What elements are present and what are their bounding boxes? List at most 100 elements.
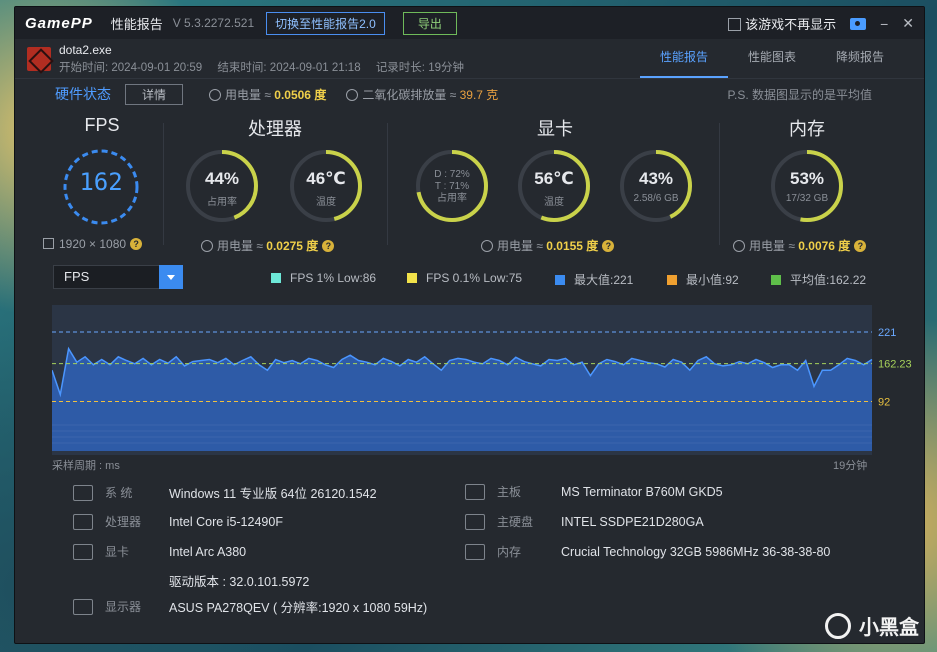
- help-icon[interactable]: ?: [602, 240, 615, 252]
- switch-report-button[interactable]: 切换至性能报告2.0: [266, 11, 385, 35]
- divider: [163, 123, 164, 245]
- record-duration: 记录时长: 19分钟: [375, 61, 464, 74]
- average-note: P.S. 数据图显示的是平均值: [727, 87, 872, 102]
- game-name: dota2.exe: [59, 42, 112, 57]
- tab-performance-report[interactable]: 性能报告: [639, 48, 728, 78]
- detail-button[interactable]: 详情: [125, 83, 184, 105]
- app-logo: GamePP: [25, 14, 93, 32]
- legend-max: 最大值:221: [555, 271, 633, 288]
- window-title: 性能报告: [110, 16, 163, 32]
- gpu-temp-label: 温度: [544, 197, 564, 208]
- cpu-temp-value: 46℃: [306, 169, 346, 188]
- cpu-usage-value: 44%: [204, 169, 240, 188]
- cpu-temp-gauge: 46℃ 温度: [287, 147, 365, 225]
- power-icon: [481, 240, 493, 252]
- cpu-usage-label: 占用率: [207, 197, 237, 208]
- legend-fps-01-low: FPS 0.1% Low:75: [407, 271, 522, 285]
- ref-line-label: 92: [878, 396, 890, 408]
- leaf-icon: [346, 88, 359, 101]
- fps-chart[interactable]: 221 162.23 92: [52, 305, 918, 455]
- start-time: 开始时间: 2024-09-01 20:59: [59, 61, 203, 74]
- mem-power: 用电量 ≈ 0.0076 度?: [733, 237, 867, 254]
- cpu-title: 处理器: [248, 119, 302, 139]
- duration-label: 19分钟: [833, 460, 868, 472]
- dota2-icon: [27, 46, 51, 71]
- disk-icon: [465, 513, 485, 530]
- chart-controls: FPS FPS 1% Low:86 FPS 0.1% Low:75 最大值:22…: [15, 259, 924, 293]
- xiaoheihe-logo-icon: [825, 612, 851, 639]
- legend-swatch: [407, 273, 417, 283]
- power-icon: [733, 240, 745, 252]
- sample-period-label: 采样周期 : ms: [52, 460, 120, 472]
- ram-row: 内存 Crucial Technology 32GB 5986MHz 36-38-…: [465, 543, 830, 560]
- co2-emission: 二氧化碳排放量 ≈ 39.7 克: [346, 86, 498, 103]
- power-icon: [209, 88, 222, 101]
- mem-usage-gauge: 53% 17/32 GB: [768, 147, 846, 225]
- hide-in-game-label: 该游戏不再显示: [745, 17, 837, 32]
- xiaoheihe-watermark: 小黑盒: [825, 611, 919, 640]
- cpu-row: 处理器 Intel Core i5-12490F: [73, 513, 283, 530]
- export-button[interactable]: 导出: [402, 11, 457, 35]
- cpu-icon: [73, 513, 93, 530]
- gpu-t-value: T : 71%: [434, 181, 470, 192]
- ref-line-label: 221: [878, 327, 896, 339]
- monitor-icon: [73, 598, 93, 615]
- legend-swatch: [667, 275, 677, 285]
- close-button[interactable]: ✕: [902, 15, 914, 32]
- gpu-power: 用电量 ≈ 0.0155 度?: [481, 237, 615, 254]
- legend-min: 最小值:92: [667, 271, 739, 288]
- metric-select-value: FPS: [64, 269, 90, 284]
- screen-icon: [43, 238, 54, 249]
- mem-title: 内存: [789, 119, 825, 139]
- gpu-icon: [73, 543, 93, 560]
- version-label: V 5.3.2272.521: [172, 16, 255, 30]
- title-bar: GamePP 性能报告 V 5.3.2272.521 切换至性能报告2.0 导出…: [15, 7, 924, 39]
- screenshot-icon[interactable]: [850, 17, 867, 30]
- hardware-status-row: 硬件状态 详情 用电量 ≈ 0.0506 度 二氧化碳排放量 ≈ 39.7 克 …: [15, 79, 924, 109]
- gpu-usage-label: 占用率: [437, 193, 467, 204]
- checkbox-icon: [728, 18, 742, 31]
- legend-fps-1-low: FPS 1% Low:86: [271, 271, 376, 285]
- gpu-vram-sub: 2.58/6 GB: [633, 193, 679, 204]
- legend-swatch: [555, 275, 565, 285]
- mem-usage-sub: 17/32 GB: [785, 193, 829, 204]
- help-icon[interactable]: ?: [130, 238, 143, 250]
- gpu-title: 显卡: [537, 119, 573, 139]
- chevron-down-icon[interactable]: [159, 265, 183, 289]
- hide-in-game-checkbox[interactable]: 该游戏不再显示: [728, 14, 836, 33]
- divider: [387, 123, 388, 245]
- motherboard-icon: [465, 483, 485, 500]
- fps-resolution: 1920 × 1080?: [43, 237, 143, 251]
- board-row: 主板 MS Terminator B760M GKD5: [465, 483, 723, 500]
- legend-swatch: [771, 275, 781, 285]
- ram-icon: [465, 543, 485, 560]
- gpu-vram-gauge: 43% 2.58/6 GB: [617, 147, 695, 225]
- legend-swatch: [271, 273, 281, 283]
- gpu-vram-value: 43%: [638, 169, 674, 188]
- gpu-temp-gauge: 56℃ 温度: [515, 147, 593, 225]
- disk-row: 主硬盘 INTEL SSDPE21D280GA: [465, 513, 704, 530]
- total-power: 用电量 ≈ 0.0506 度: [209, 86, 326, 103]
- monitor-row: 显示器 ASUS PA278QEV ( 分辨率:1920 x 1080 59Hz): [73, 597, 427, 616]
- divider: [719, 123, 720, 245]
- hardware-status-title: 硬件状态: [55, 86, 111, 102]
- gpu-d-value: D : 72%: [434, 169, 470, 180]
- ref-line-label: 162.23: [878, 359, 912, 371]
- tab-performance-charts[interactable]: 性能图表: [728, 48, 816, 78]
- fps-title: FPS: [84, 115, 120, 135]
- help-icon[interactable]: ?: [322, 240, 335, 252]
- fps-value: 162: [79, 168, 123, 196]
- end-time: 结束时间: 2024-09-01 21:18: [217, 61, 361, 74]
- gpu-temp-value: 56℃: [534, 169, 574, 188]
- gpu-row: 显卡 Intel Arc A380: [73, 543, 246, 560]
- minimize-button[interactable]: −: [880, 16, 888, 32]
- driver-row: 驱动版本 : 32.0.101.5972: [169, 575, 310, 589]
- metrics-panel: FPS 162 1920 × 1080? 处理器 44% 占用率 46℃ 温度 …: [15, 109, 924, 259]
- tab-throttle-report[interactable]: 降频报告: [816, 48, 904, 78]
- help-icon[interactable]: ?: [854, 240, 867, 252]
- gpu-usage-gauge: D : 72% T : 71% 占用率: [413, 147, 491, 225]
- metric-select[interactable]: FPS: [53, 265, 183, 289]
- legend-avg: 平均值:162.22: [771, 271, 866, 288]
- cpu-temp-label: 温度: [316, 197, 336, 208]
- gamepp-window: GamePP 性能报告 V 5.3.2272.521 切换至性能报告2.0 导出…: [14, 6, 925, 644]
